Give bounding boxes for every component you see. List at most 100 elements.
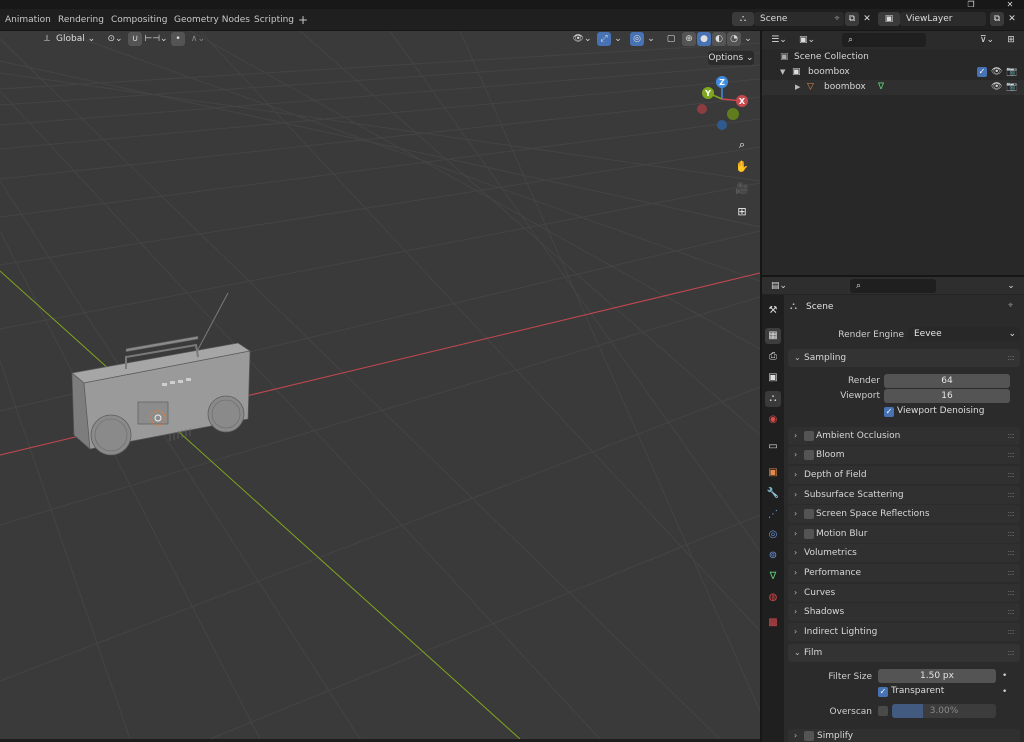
view-layer-name-field[interactable]: ViewLayer xyxy=(900,12,986,26)
pin-icon[interactable]: ⌖ xyxy=(1008,301,1013,311)
wireframe-shading-icon[interactable]: ⊕ xyxy=(682,32,696,46)
rendered-shading-icon[interactable]: ◔ xyxy=(727,32,741,46)
tab-compositing[interactable]: Compositing xyxy=(111,14,167,27)
snap-icon[interactable]: ∪ xyxy=(128,32,142,46)
eye-icon[interactable]: 👁 xyxy=(991,80,1002,95)
zoom-icon[interactable]: ⌕ xyxy=(732,135,752,155)
expand-right-icon[interactable]: ▶ xyxy=(795,80,800,95)
drag-grip-icon[interactable]: :::: xyxy=(1007,466,1015,484)
transparent-checkbox[interactable]: ✓ xyxy=(878,687,888,697)
gizmo-toggle-icon[interactable]: ⤢ xyxy=(597,32,611,46)
panel-header-curves[interactable]: › Curves:::: xyxy=(788,584,1020,602)
close-window-icon[interactable]: ✕ xyxy=(1005,0,1015,9)
navigation-gizmo[interactable]: Z X Y xyxy=(690,73,760,133)
panel-header-depth-of-field[interactable]: › Depth of Field:::: xyxy=(788,466,1020,484)
render-engine-select[interactable]: Eevee ⌄ xyxy=(908,327,1020,341)
panel-header-shadows[interactable]: › Shadows:::: xyxy=(788,603,1020,621)
physics-tab-icon[interactable]: ◎ xyxy=(765,527,781,543)
drag-grip-icon[interactable]: :::: xyxy=(1007,427,1015,445)
solid-shading-icon[interactable]: ● xyxy=(697,32,711,46)
tool-tab-icon[interactable]: ⚒ xyxy=(765,303,781,319)
panel-header-volumetrics[interactable]: › Volumetrics:::: xyxy=(788,544,1020,562)
render-camera-icon[interactable]: 📷 xyxy=(1006,65,1017,80)
drag-grip-icon[interactable]: :::: xyxy=(1007,349,1015,367)
area-divider[interactable] xyxy=(762,275,1024,277)
panel-header-indirect-lighting[interactable]: › Indirect Lighting:::: xyxy=(788,623,1020,641)
3d-viewport[interactable]: ⟂ Global ⌄ ⊙⌄ ∪ ⊢⊣⌄ • ∧⌄ 👁⌄ ⤢ ⌄ ◎ ⌄ ▢ ⊕ … xyxy=(0,31,760,739)
collection-tab-icon[interactable]: ▭ xyxy=(765,439,781,455)
shading-dropdown-icon[interactable]: ⌄ xyxy=(742,32,754,46)
new-scene-icon[interactable]: ⧉ xyxy=(845,12,859,26)
snap-target-icon[interactable]: ⊢⊣⌄ xyxy=(144,32,168,46)
eye-icon[interactable]: 👁 xyxy=(991,65,1002,80)
material-tab-icon[interactable]: ◍ xyxy=(765,590,781,606)
properties-search-input[interactable]: ⌕ xyxy=(850,279,936,293)
tab-animation[interactable]: Animation xyxy=(5,14,51,27)
view-layer-selector-icon[interactable]: ▣ xyxy=(878,12,900,26)
proportional-edit-icon[interactable]: • xyxy=(171,32,185,46)
outliner-row-boombox-collection[interactable]: ▼ ▣ boombox ✓ 👁 📷 xyxy=(762,65,1024,80)
transform-orientation-dropdown[interactable]: Global ⌄ xyxy=(56,32,96,46)
particles-tab-icon[interactable]: ⋰ xyxy=(765,507,781,523)
panel-header-screen-space-reflections[interactable]: › Screen Space Reflections:::: xyxy=(788,505,1020,523)
drag-grip-icon[interactable]: :::: xyxy=(1007,544,1015,562)
outliner-row-scene-collection[interactable]: ▣ Scene Collection xyxy=(762,50,1024,65)
falloff-icon[interactable]: ∧⌄ xyxy=(187,32,209,46)
output-tab-icon[interactable]: ⎙ xyxy=(765,349,781,365)
options-dropdown-icon[interactable]: ⌄ xyxy=(1004,279,1018,293)
simplify-panel-header[interactable]: › Simplify xyxy=(788,729,1020,742)
tab-rendering[interactable]: Rendering xyxy=(58,14,104,27)
maximize-icon[interactable]: ❐ xyxy=(966,0,976,9)
drag-grip-icon[interactable]: :::: xyxy=(1007,486,1015,504)
new-view-layer-icon[interactable]: ⧉ xyxy=(990,12,1004,26)
area-divider[interactable] xyxy=(760,31,762,742)
render-tab-icon[interactable]: ▦ xyxy=(765,328,781,344)
constraints-tab-icon[interactable]: ⊚ xyxy=(765,548,781,564)
drag-grip-icon[interactable]: :::: xyxy=(1007,525,1015,543)
remove-view-layer-icon[interactable]: ✕ xyxy=(1005,12,1019,26)
visibility-icon[interactable]: 👁⌄ xyxy=(570,32,594,46)
editor-type-icon[interactable]: ☰⌄ xyxy=(768,33,790,47)
panel-enable-checkbox[interactable] xyxy=(804,450,814,460)
pivot-point-icon[interactable]: ⊙⌄ xyxy=(104,32,126,46)
xray-toggle-icon[interactable]: ▢ xyxy=(664,32,678,46)
panel-header-subsurface-scattering[interactable]: › Subsurface Scattering:::: xyxy=(788,486,1020,504)
remove-scene-icon[interactable]: ✕ xyxy=(860,12,874,26)
tab-scripting[interactable]: Scripting xyxy=(254,14,294,27)
render-camera-icon[interactable]: 📷 xyxy=(1006,80,1017,95)
render-samples-field[interactable]: 64 xyxy=(884,374,1010,388)
transparent-toggle[interactable]: ✓ Transparent xyxy=(878,685,1008,699)
modifier-tab-icon[interactable]: 🔧 xyxy=(765,486,781,502)
drag-grip-icon[interactable]: :::: xyxy=(1007,446,1015,464)
overscan-checkbox[interactable] xyxy=(878,706,888,716)
drag-grip-icon[interactable]: :::: xyxy=(1007,603,1015,621)
pin-icon[interactable]: ⌖ xyxy=(830,12,844,26)
drag-grip-icon[interactable]: :::: xyxy=(1007,644,1015,662)
viewport-samples-field[interactable]: 16 xyxy=(884,389,1010,403)
new-collection-icon[interactable]: ⊞ xyxy=(1004,33,1018,47)
panel-header-bloom[interactable]: › Bloom:::: xyxy=(788,446,1020,464)
filter-icon[interactable]: ⊽⌄ xyxy=(976,33,998,47)
editor-type-icon[interactable]: ▤⌄ xyxy=(768,279,790,293)
scene-tab-icon[interactable]: ⛬ xyxy=(765,391,781,407)
panel-header-ambient-occlusion[interactable]: › Ambient Occlusion:::: xyxy=(788,427,1020,445)
view-layer-tab-icon[interactable]: ▣ xyxy=(765,370,781,386)
overscan-field[interactable]: 3.00% xyxy=(892,704,996,718)
drag-grip-icon[interactable]: :::: xyxy=(1007,564,1015,582)
drag-grip-icon[interactable]: :::: xyxy=(1007,505,1015,523)
transform-orientation-icon[interactable]: ⟂ xyxy=(40,32,54,46)
animate-dot-icon[interactable]: • xyxy=(1002,687,1007,697)
panel-header-motion-blur[interactable]: › Motion Blur:::: xyxy=(788,525,1020,543)
scene-selector-icon[interactable]: ⛬ xyxy=(732,12,754,26)
perspective-toggle-icon[interactable]: ⊞ xyxy=(732,202,752,222)
simplify-checkbox[interactable] xyxy=(804,731,814,741)
panel-header-performance[interactable]: › Performance:::: xyxy=(788,564,1020,582)
texture-tab-icon[interactable]: ▩ xyxy=(765,615,781,631)
options-dropdown[interactable]: Options ⌄ xyxy=(708,51,754,65)
filter-size-field[interactable]: 1.50 px xyxy=(878,669,996,683)
object-tab-icon[interactable]: ▣ xyxy=(765,465,781,481)
pan-hand-icon[interactable]: ✋ xyxy=(732,157,752,177)
exclude-checkbox[interactable]: ✓ xyxy=(977,67,987,77)
animate-dot-icon[interactable]: • xyxy=(1002,671,1007,681)
tab-geometry-nodes[interactable]: Geometry Nodes xyxy=(174,14,250,27)
